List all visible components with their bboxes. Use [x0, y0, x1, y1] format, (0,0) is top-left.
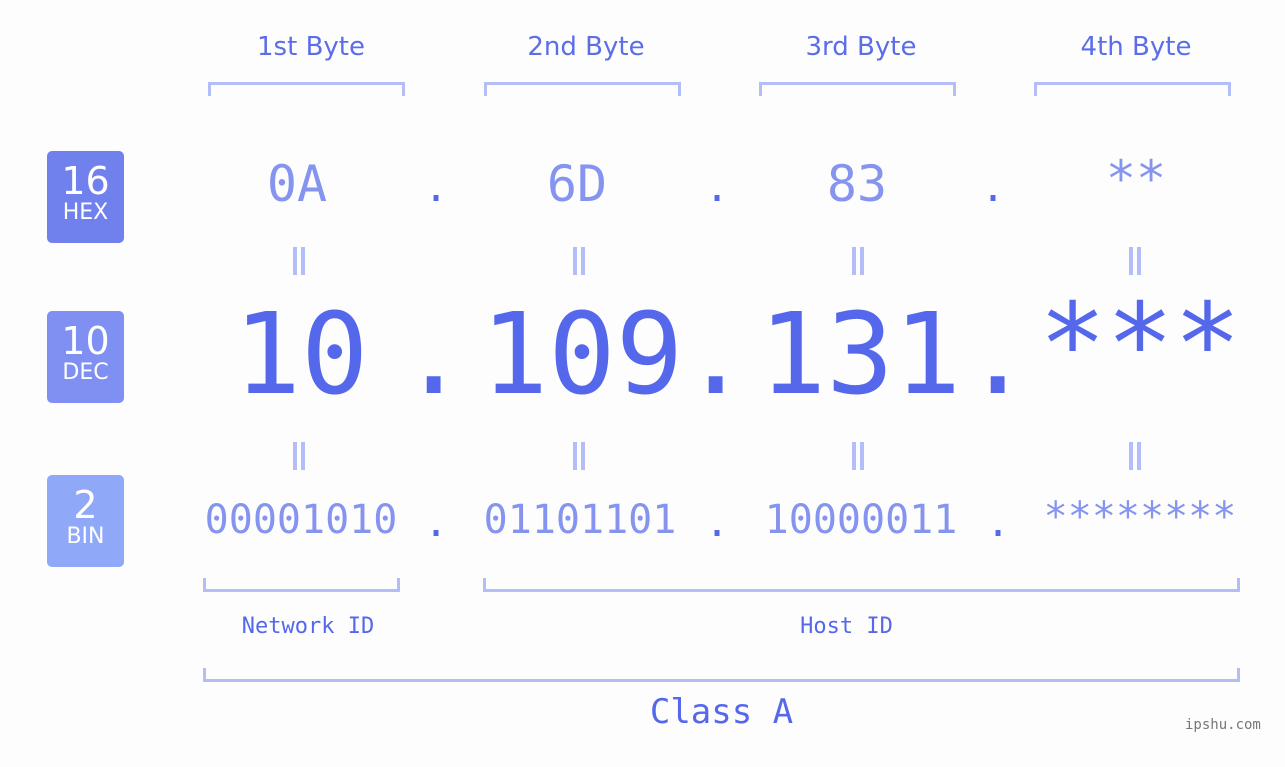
bin-label: BIN: [66, 524, 105, 549]
hex-dot-1: .: [424, 165, 449, 211]
equals-icon: [291, 247, 307, 275]
bin-byte-4: ********: [1043, 494, 1237, 540]
dec-byte-3: 131: [758, 290, 962, 420]
hex-dot-3: .: [981, 165, 1006, 211]
bin-dot-1: .: [424, 500, 449, 546]
bin-dot-2: .: [705, 500, 730, 546]
dec-base: 10: [61, 319, 110, 363]
byte-bracket-1: [208, 82, 405, 96]
dec-byte-2: 109: [480, 290, 684, 420]
byte-header-1: 1st Byte: [257, 32, 365, 62]
dec-dot-2: .: [682, 290, 750, 420]
network-id-label: Network ID: [241, 614, 375, 639]
equals-icon: [1127, 247, 1143, 275]
bin-byte-1: 00001010: [204, 497, 398, 543]
equals-icon: [850, 442, 866, 470]
byte-bracket-3: [759, 82, 956, 96]
host-id-bracket: [483, 578, 1240, 592]
network-id-bracket: [203, 578, 400, 592]
dec-dot-1: .: [400, 290, 468, 420]
hex-badge: 16 HEX: [47, 151, 124, 243]
class-label: Class A: [649, 692, 794, 732]
hex-byte-1: 0A: [266, 155, 328, 213]
equals-icon: [571, 442, 587, 470]
byte-bracket-2: [484, 82, 681, 96]
bin-badge: 2 BIN: [47, 475, 124, 567]
equals-icon: [1127, 442, 1143, 470]
dec-label: DEC: [62, 360, 109, 385]
byte-header-2: 2nd Byte: [527, 32, 645, 62]
equals-icon: [291, 442, 307, 470]
byte-bracket-4: [1034, 82, 1231, 96]
dec-badge: 10 DEC: [47, 311, 124, 403]
byte-header-4: 4th Byte: [1080, 32, 1192, 62]
bin-dot-3: .: [986, 500, 1011, 546]
bin-base: 2: [73, 483, 98, 527]
hex-byte-4: **: [1105, 150, 1167, 208]
hex-dot-2: .: [705, 165, 730, 211]
equals-icon: [571, 247, 587, 275]
bin-byte-3: 10000011: [764, 497, 958, 543]
bin-byte-2: 01101101: [483, 497, 677, 543]
hex-base: 16: [61, 159, 110, 203]
hex-byte-2: 6D: [546, 155, 608, 213]
host-id-label: Host ID: [800, 614, 893, 639]
hex-label: HEX: [62, 200, 109, 225]
dec-byte-4: ***: [1038, 280, 1242, 410]
class-bracket: [203, 668, 1240, 682]
watermark: ipshu.com: [1185, 717, 1261, 733]
equals-icon: [850, 247, 866, 275]
dec-byte-1: 10: [233, 290, 369, 420]
hex-byte-3: 83: [826, 155, 888, 213]
byte-header-3: 3rd Byte: [805, 32, 917, 62]
dec-dot-3: .: [964, 290, 1032, 420]
